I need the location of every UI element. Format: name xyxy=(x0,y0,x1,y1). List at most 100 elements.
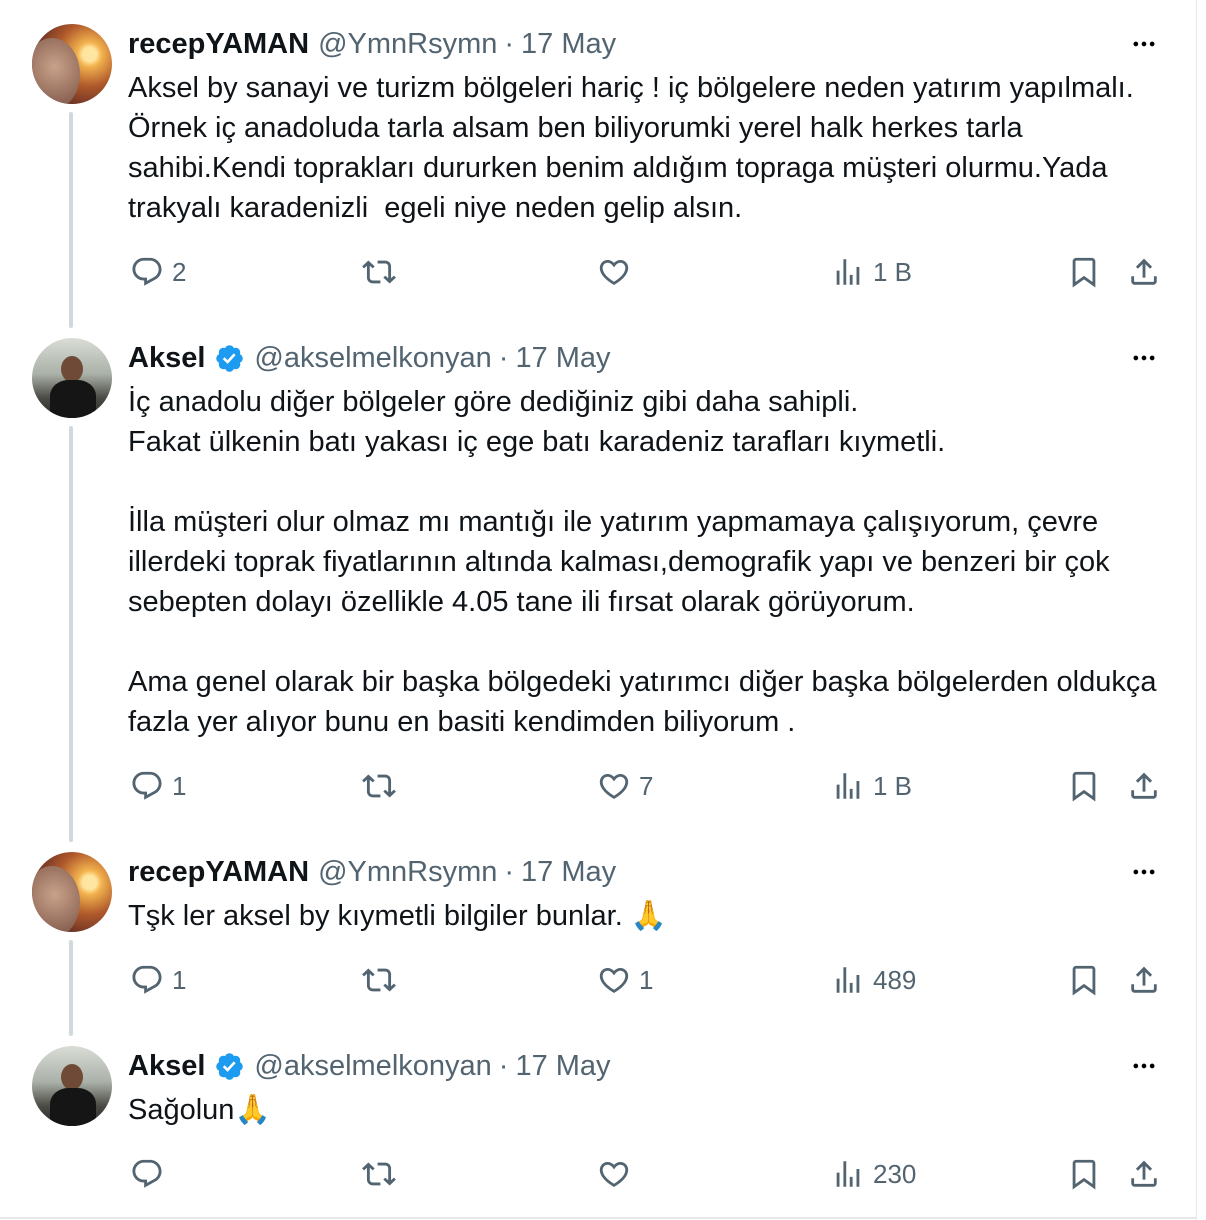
author-name[interactable]: Aksel xyxy=(128,1050,205,1083)
separator: · xyxy=(498,1049,509,1082)
views-button[interactable]: 489 xyxy=(831,960,916,1000)
tweet-header: recepYAMAN @YmnRsymn · 17 May xyxy=(128,24,616,64)
author-handle[interactable]: @YmnRsymn xyxy=(318,28,497,61)
author-name[interactable]: recepYAMAN xyxy=(128,856,309,889)
like-button[interactable]: 7 xyxy=(597,766,653,806)
share-button[interactable] xyxy=(1127,960,1161,1000)
tweet-text-content: Sağolun xyxy=(128,1094,235,1126)
repost-icon xyxy=(362,769,396,803)
reply-count: 2 xyxy=(172,256,187,287)
more-icon[interactable] xyxy=(1126,858,1162,886)
like-icon xyxy=(597,255,631,289)
share-icon xyxy=(1127,769,1161,803)
separator: · xyxy=(504,855,515,888)
like-button[interactable] xyxy=(597,252,639,292)
like-icon xyxy=(597,963,631,997)
views-button[interactable]: 1 B xyxy=(831,766,912,806)
share-button[interactable] xyxy=(1127,1154,1161,1194)
repost-button[interactable] xyxy=(362,960,404,1000)
verified-badge-icon[interactable] xyxy=(214,1051,245,1082)
views-count: 1 B xyxy=(873,256,913,287)
views-icon xyxy=(831,963,865,997)
tweet-header: Aksel @akselmelkonyan · 17 May xyxy=(128,1046,611,1086)
reply-button[interactable]: 2 xyxy=(130,252,186,292)
views-count: 489 xyxy=(873,964,917,995)
author-handle[interactable]: @akselmelkonyan xyxy=(254,1050,491,1083)
avatar[interactable] xyxy=(32,24,112,104)
bookmark-button[interactable] xyxy=(1067,960,1101,1000)
like-icon xyxy=(597,1157,631,1191)
tweet-text: Aksel by sanayi ve turizm bölgeleri hari… xyxy=(128,72,1142,224)
separator: · xyxy=(504,27,515,60)
tweet-date[interactable]: 17 May xyxy=(521,856,616,889)
reply-icon xyxy=(130,255,164,289)
reply-button[interactable]: 1 xyxy=(130,766,186,806)
reply-icon xyxy=(130,1157,164,1191)
avatar[interactable] xyxy=(32,338,112,418)
repost-icon xyxy=(362,255,396,289)
share-icon xyxy=(1127,963,1161,997)
tweet-date[interactable]: 17 May xyxy=(521,28,616,61)
tweet-date[interactable]: 17 May xyxy=(515,1050,610,1083)
repost-icon xyxy=(362,963,396,997)
separator: · xyxy=(498,341,509,374)
timeline-border-bottom xyxy=(0,1217,1197,1219)
author-name[interactable]: recepYAMAN xyxy=(128,28,309,61)
views-icon xyxy=(831,769,865,803)
like-icon xyxy=(597,769,631,803)
bookmark-icon xyxy=(1067,255,1101,289)
more-icon[interactable] xyxy=(1126,30,1162,58)
reply-icon xyxy=(130,769,164,803)
author-handle[interactable]: @akselmelkonyan xyxy=(254,342,491,375)
tweet[interactable]: recepYAMAN @YmnRsymn · 17 May Aksel by s… xyxy=(0,0,1196,316)
tweet-header: Aksel @akselmelkonyan · 17 May xyxy=(128,338,611,378)
share-button[interactable] xyxy=(1127,252,1161,292)
tweet[interactable]: Aksel @akselmelkonyan · 17 May Sağolun🙏 … xyxy=(0,1022,1196,1216)
avatar[interactable] xyxy=(32,852,112,932)
tweet[interactable]: recepYAMAN @YmnRsymn · 17 May Tşk ler ak… xyxy=(0,828,1196,1022)
reply-icon xyxy=(130,963,164,997)
share-button[interactable] xyxy=(1127,766,1161,806)
share-icon xyxy=(1127,1157,1161,1191)
views-icon xyxy=(831,1157,865,1191)
tweet-text-content: Tşk ler aksel by kıymetli bilgiler bunla… xyxy=(128,900,631,932)
verified-badge-icon[interactable] xyxy=(214,343,245,374)
views-button[interactable]: 1 B xyxy=(831,252,912,292)
bookmark-button[interactable] xyxy=(1067,252,1101,292)
reply-button[interactable]: 1 xyxy=(130,960,186,1000)
bookmark-icon xyxy=(1067,769,1101,803)
views-button[interactable]: 230 xyxy=(831,1154,916,1194)
tweet-date[interactable]: 17 May xyxy=(515,342,610,375)
tweet-text: Tşk ler aksel by kıymetli bilgiler bunla… xyxy=(128,896,1168,936)
reply-button[interactable] xyxy=(130,1154,172,1194)
author-name[interactable]: Aksel xyxy=(128,342,205,375)
repost-button[interactable] xyxy=(362,252,404,292)
like-count: 7 xyxy=(639,770,654,801)
bookmark-icon xyxy=(1067,1157,1101,1191)
like-button[interactable] xyxy=(597,1154,639,1194)
author-handle[interactable]: @YmnRsymn xyxy=(318,856,497,889)
tweet-text: Sağolun🙏 xyxy=(128,1090,1168,1130)
timeline-border-right xyxy=(1196,0,1197,1220)
like-button[interactable]: 1 xyxy=(597,960,653,1000)
bookmark-button[interactable] xyxy=(1067,766,1101,806)
folded-hands-emoji: 🙏 xyxy=(630,900,667,932)
tweet-header: recepYAMAN @YmnRsymn · 17 May xyxy=(128,852,616,892)
repost-button[interactable] xyxy=(362,1154,404,1194)
bookmark-button[interactable] xyxy=(1067,1154,1101,1194)
more-icon[interactable] xyxy=(1126,344,1162,372)
more-icon[interactable] xyxy=(1126,1052,1162,1080)
avatar[interactable] xyxy=(32,1046,112,1126)
repost-button[interactable] xyxy=(362,766,404,806)
like-count: 1 xyxy=(639,964,654,995)
tweet-text: İç anadolu diğer bölgeler göre dediğiniz… xyxy=(128,386,1157,738)
reply-count: 1 xyxy=(172,964,187,995)
bookmark-icon xyxy=(1067,963,1101,997)
views-count: 1 B xyxy=(873,770,913,801)
repost-icon xyxy=(362,1157,396,1191)
tweet[interactable]: Aksel @akselmelkonyan · 17 May İç anadol… xyxy=(0,314,1196,828)
reply-count: 1 xyxy=(172,770,187,801)
folded-hands-emoji: 🙏 xyxy=(234,1094,271,1126)
share-icon xyxy=(1127,255,1161,289)
views-icon xyxy=(831,255,865,289)
